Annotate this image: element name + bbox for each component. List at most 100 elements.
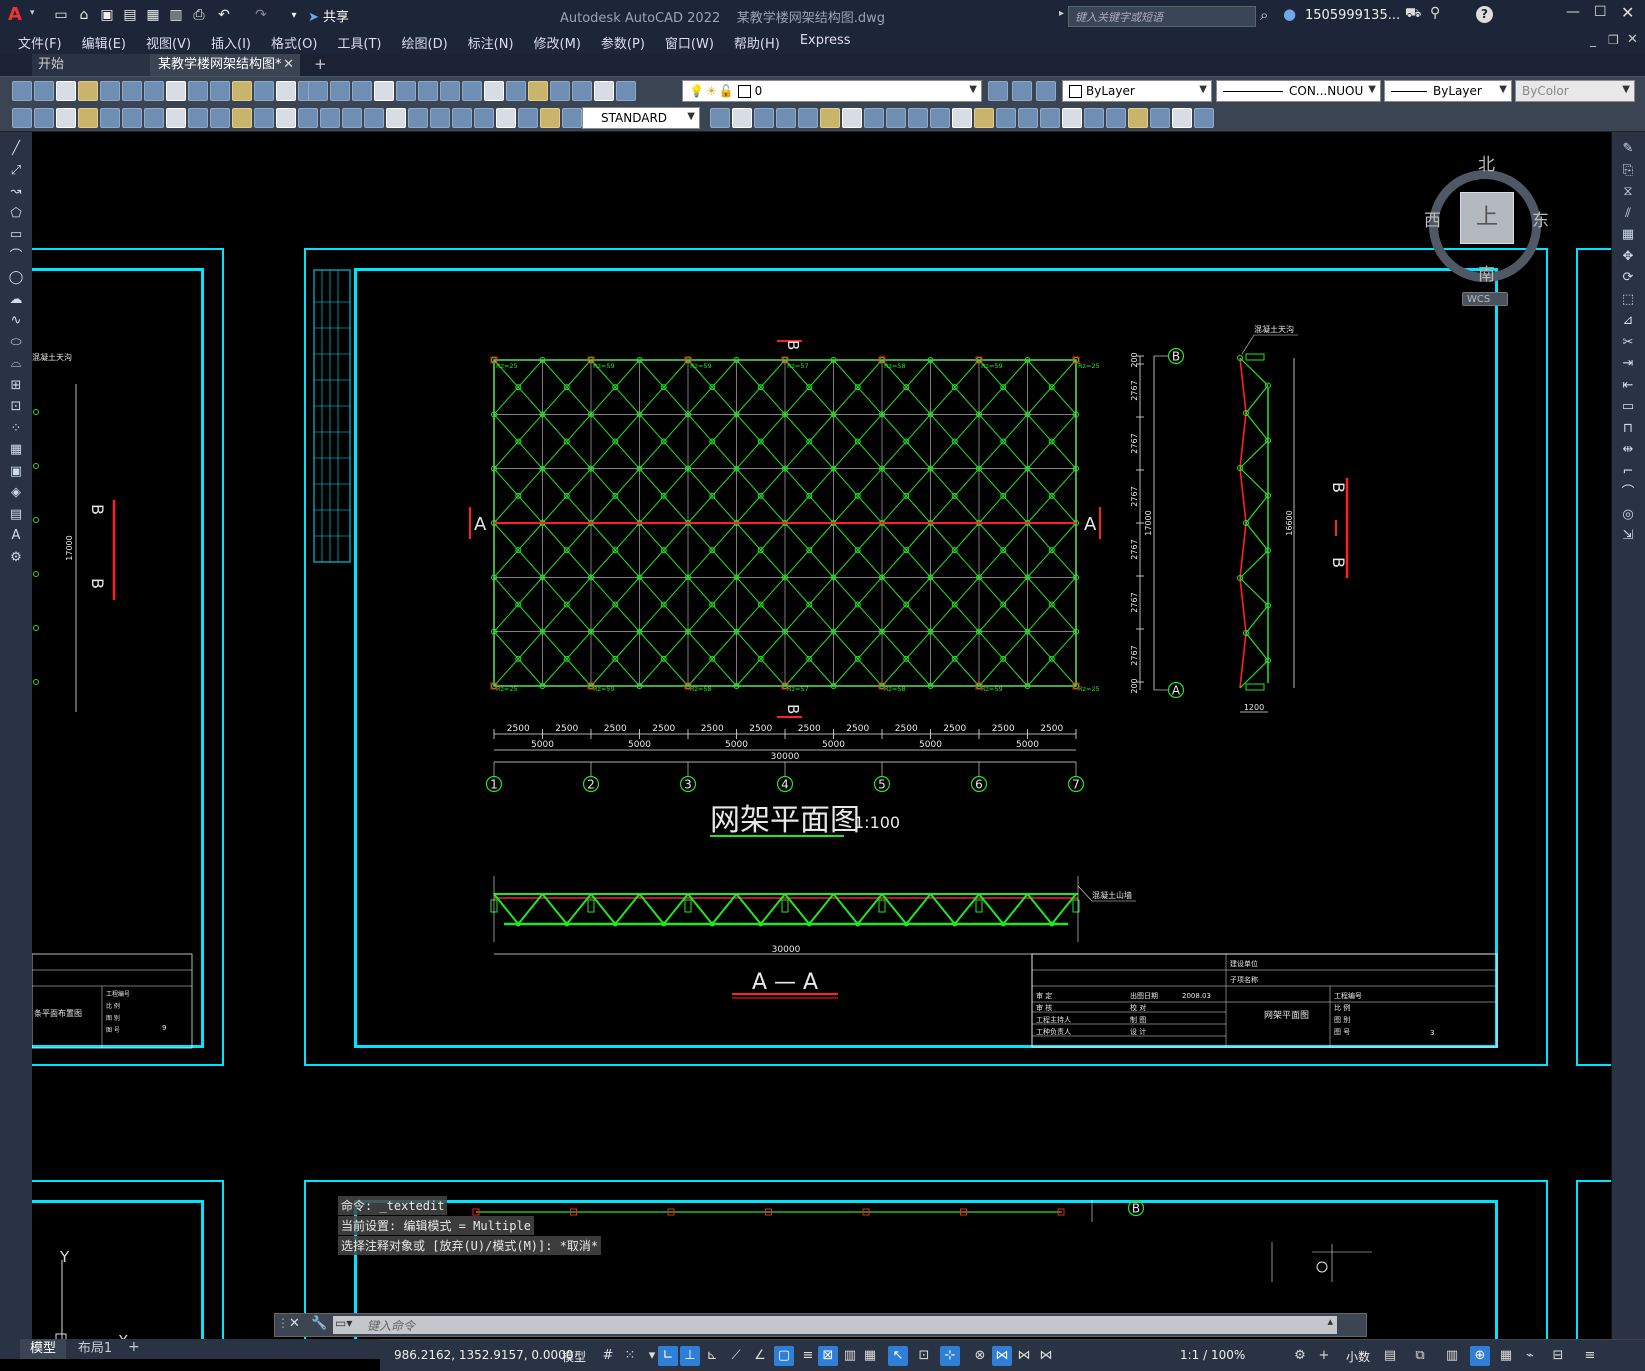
- expand-search-icon[interactable]: ▸: [1059, 8, 1064, 19]
- search-box[interactable]: ▸ 键入关键字或短语: [1059, 6, 1256, 27]
- dim-tool-icon-48[interactable]: [1194, 108, 1214, 128]
- dim-tool-icon-20[interactable]: [452, 108, 472, 128]
- draw-tool-icon-12[interactable]: ⊡: [7, 398, 25, 416]
- standard-tool-icon-25[interactable]: [550, 81, 570, 101]
- draw-tool-icon-10[interactable]: ⌓: [7, 355, 25, 373]
- close-command-icon[interactable]: ✕: [289, 1316, 300, 1331]
- share-button[interactable]: ➤ 共享: [308, 6, 349, 25]
- draw-tool-icon-14[interactable]: ▦: [7, 441, 25, 459]
- status-toggle-icon-14[interactable]: ⊡: [914, 1346, 934, 1366]
- undo-icon[interactable]: ↶: [213, 4, 235, 26]
- modify-tool-icon-12[interactable]: ▭: [1619, 398, 1637, 416]
- standard-tool-icon-27[interactable]: [594, 81, 614, 101]
- dim-tool-icon-2[interactable]: [56, 108, 76, 128]
- draw-tool-icon-5[interactable]: ⌒: [7, 248, 25, 266]
- standard-tool-icon-15[interactable]: [330, 81, 350, 101]
- app-menu-arrow-icon[interactable]: ▾: [30, 8, 35, 18]
- model-space-toggle[interactable]: 模型: [562, 1348, 586, 1365]
- menu-item-2[interactable]: 视图(V): [136, 33, 201, 52]
- annotation-scale[interactable]: 1:1 / 100%: [1180, 1348, 1245, 1362]
- menu-item-6[interactable]: 绘图(D): [392, 33, 458, 52]
- modify-tool-icon-14[interactable]: ⇹: [1619, 441, 1637, 459]
- linetype-dropdown[interactable]: CON...NUOU ▼: [1216, 80, 1381, 102]
- doc-minimize-icon[interactable]: _: [1590, 33, 1596, 47]
- standard-tool-icon-8[interactable]: [188, 81, 208, 101]
- draw-tool-icon-1[interactable]: ⤢: [7, 162, 25, 180]
- status-toggle-icon-0[interactable]: #: [598, 1346, 618, 1366]
- color-dropdown[interactable]: ByLayer ▼: [1062, 80, 1212, 102]
- dim-tool-icon-35[interactable]: [908, 108, 928, 128]
- layer-tool-icon-2[interactable]: [1036, 81, 1056, 101]
- standard-tool-icon-6[interactable]: [144, 81, 164, 101]
- dim-tool-icon-19[interactable]: [430, 108, 450, 128]
- dim-tool-icon-0[interactable]: [12, 108, 32, 128]
- open-web-icon[interactable]: ▦: [142, 4, 164, 26]
- standard-tool-icon-3[interactable]: [78, 81, 98, 101]
- dim-tool-icon-47[interactable]: [1172, 108, 1192, 128]
- dim-tool-icon-44[interactable]: [1106, 108, 1126, 128]
- cart-icon[interactable]: ⛟: [1405, 6, 1421, 23]
- command-history-icon[interactable]: ▭▾: [335, 1316, 352, 1330]
- draw-tool-icon-17[interactable]: ▤: [7, 506, 25, 524]
- modify-tool-icon-7[interactable]: ⬚: [1619, 291, 1637, 309]
- dim-tool-icon-36[interactable]: [930, 108, 950, 128]
- dim-tool-icon-3[interactable]: [78, 108, 98, 128]
- status-toggle-icon-15[interactable]: ⊹: [940, 1346, 960, 1366]
- standard-tool-icon-11[interactable]: [254, 81, 274, 101]
- dim-tool-icon-11[interactable]: [254, 108, 274, 128]
- draw-tool-icon-19[interactable]: ⚙: [7, 549, 25, 567]
- dim-tool-icon-9[interactable]: [210, 108, 230, 128]
- standard-tool-icon-0[interactable]: [12, 81, 32, 101]
- status-toggle-icon-24[interactable]: ▥: [1442, 1346, 1462, 1366]
- close-window-icon[interactable]: ✕: [1621, 3, 1634, 22]
- standard-tool-icon-4[interactable]: [100, 81, 120, 101]
- standard-tool-icon-5[interactable]: [122, 81, 142, 101]
- status-toggle-icon-1[interactable]: ⁙: [620, 1346, 640, 1366]
- standard-tool-icon-21[interactable]: [462, 81, 482, 101]
- dim-tool-icon-25[interactable]: [562, 108, 582, 128]
- coordinates-readout[interactable]: 986.2162, 1352.9157, 0.0000: [394, 1348, 573, 1362]
- dim-tool-icon-40[interactable]: [1018, 108, 1038, 128]
- dim-tool-icon-39[interactable]: [996, 108, 1016, 128]
- status-toggle-icon-23[interactable]: ⧉: [1410, 1346, 1430, 1366]
- menu-item-3[interactable]: 插入(I): [201, 33, 261, 52]
- dim-tool-icon-29[interactable]: [776, 108, 796, 128]
- dim-tool-icon-1[interactable]: [34, 108, 54, 128]
- dim-tool-icon-12[interactable]: [276, 108, 296, 128]
- draw-tool-icon-9[interactable]: ⬭: [7, 334, 25, 352]
- modify-tool-icon-10[interactable]: ⇥: [1619, 355, 1637, 373]
- standard-tool-icon-7[interactable]: [166, 81, 186, 101]
- status-toggle-icon-8[interactable]: ▢: [774, 1346, 794, 1366]
- dim-tool-icon-27[interactable]: [732, 108, 752, 128]
- draw-tool-icon-15[interactable]: ▣: [7, 463, 25, 481]
- viewcube[interactable]: 上 北 南 西 东 WCS: [1394, 142, 1549, 312]
- draw-tool-icon-18[interactable]: A: [7, 527, 25, 545]
- open-file-icon[interactable]: ⌂: [73, 4, 95, 26]
- minimize-icon[interactable]: —: [1566, 4, 1580, 20]
- status-toggle-icon-25[interactable]: ⊕: [1470, 1346, 1490, 1366]
- dim-tool-icon-28[interactable]: [754, 108, 774, 128]
- modify-tool-icon-6[interactable]: ⟳: [1619, 269, 1637, 287]
- status-toggle-icon-18[interactable]: ⋈: [1014, 1346, 1034, 1366]
- save-as-icon[interactable]: ▤: [119, 4, 141, 26]
- dim-tool-icon-7[interactable]: [166, 108, 186, 128]
- textstyle-dropdown[interactable]: STANDARD ▼: [582, 107, 700, 129]
- search-input[interactable]: 键入关键字或短语: [1075, 9, 1163, 25]
- menu-item-0[interactable]: 文件(F): [8, 33, 72, 52]
- standard-tool-icon-12[interactable]: [276, 81, 296, 101]
- dim-tool-icon-21[interactable]: [474, 108, 494, 128]
- plot-icon[interactable]: ⎙: [188, 4, 210, 26]
- modify-tool-icon-9[interactable]: ✂: [1619, 334, 1637, 352]
- dim-tool-icon-46[interactable]: [1150, 108, 1170, 128]
- a360-icon[interactable]: ⚲: [1430, 5, 1440, 21]
- status-toggle-icon-26[interactable]: ▦: [1496, 1346, 1516, 1366]
- modify-tool-icon-18[interactable]: ⇲: [1619, 527, 1637, 545]
- standard-tool-icon-28[interactable]: [616, 81, 636, 101]
- modify-tool-icon-1[interactable]: ⎘: [1619, 162, 1637, 180]
- menu-item-9[interactable]: 参数(P): [591, 33, 655, 52]
- layer-dropdown[interactable]: 💡 ☀ 🔓 0 ▼: [682, 80, 982, 102]
- viewcube-top-face[interactable]: 上: [1460, 192, 1514, 244]
- modify-tool-icon-17[interactable]: ◎: [1619, 506, 1637, 524]
- save-icon[interactable]: ▣: [96, 4, 118, 26]
- standard-tool-icon-10[interactable]: [232, 81, 252, 101]
